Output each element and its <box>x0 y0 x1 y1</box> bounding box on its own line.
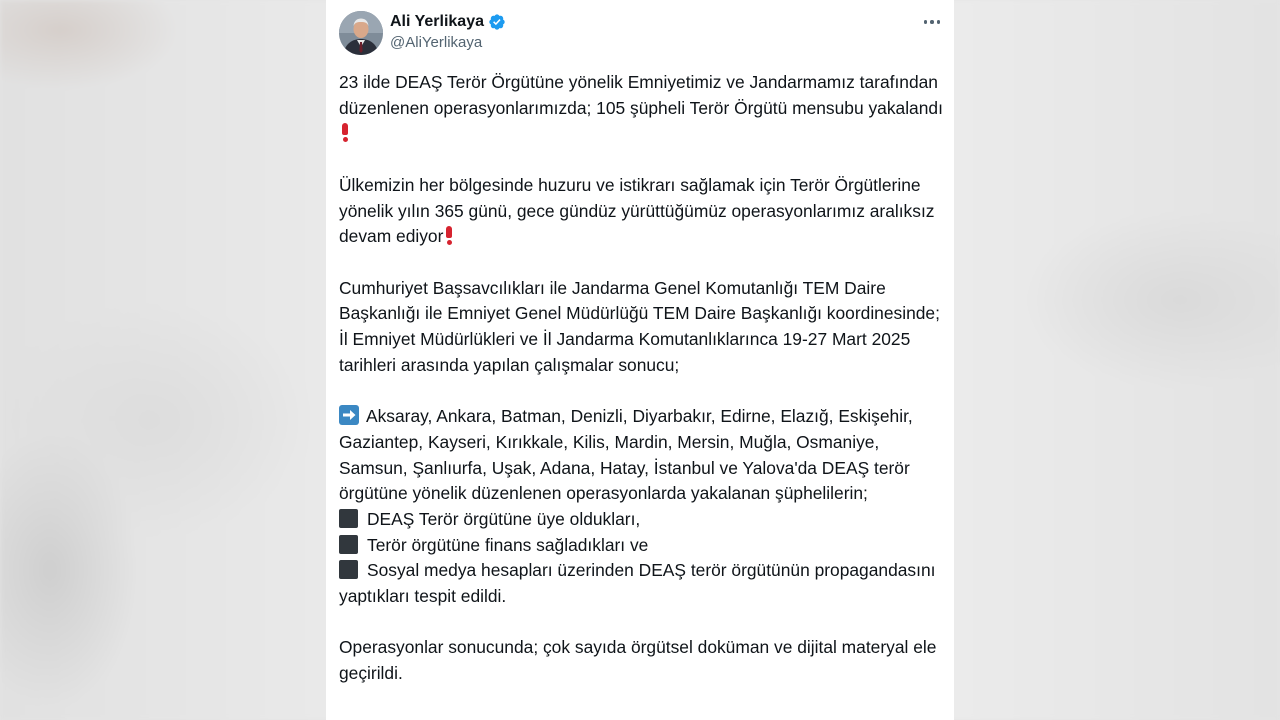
tweet-text-4: Aksaray, Ankara, Batman, Denizli, Diyarb… <box>339 406 913 504</box>
bullet-item: DEAŞ Terör örgütüne üye oldukları, <box>339 507 949 533</box>
tweet-text-1: 23 ilde DEAŞ Terör Örgütüne yönelik Emni… <box>339 72 943 118</box>
tweet-paragraph-3: Cumhuriyet Başsavcılıkları ile Jandarma … <box>339 277 940 375</box>
black-square-icon <box>339 560 358 580</box>
bullet-text: Terör örgütüne finans sağladıkları ve <box>367 534 649 555</box>
red-exclamation-icon <box>342 123 348 143</box>
bullet-text: Sosyal medya hesapları üzerinden DEAŞ te… <box>339 560 936 607</box>
right-arrow-icon <box>339 405 359 426</box>
author-name-row: Ali Yerlikaya <box>390 11 506 33</box>
author-display-name[interactable]: Ali Yerlikaya <box>390 13 484 31</box>
tweet-paragraph-1: 23 ilde DEAŞ Terör Örgütüne yönelik Emni… <box>339 70 949 147</box>
verified-badge-icon <box>488 13 506 31</box>
black-square-icon <box>339 534 358 554</box>
tweet-paragraph-4: Aksaray, Ankara, Batman, Denizli, Diyarb… <box>339 404 949 507</box>
more-options-icon[interactable] <box>920 12 944 32</box>
tweet-card: Ali Yerlikaya @AliYerlikaya 23 ilde DEAŞ… <box>326 0 954 720</box>
bullet-item: Terör örgütüne finans sağladıkları ve <box>339 533 949 559</box>
bullet-item: Sosyal medya hesapları üzerinden DEAŞ te… <box>339 558 949 609</box>
red-exclamation-icon <box>446 226 453 246</box>
bullet-text: DEAŞ Terör örgütüne üye oldukları, <box>367 508 641 529</box>
tweet-paragraph-5: Operasyonlar sonucunda; çok sayıda örgüt… <box>339 637 937 684</box>
tweet-body: 23 ilde DEAŞ Terör Örgütüne yönelik Emni… <box>339 70 949 687</box>
tweet-paragraph-2: Ülkemizin her bölgesinde huzuru ve istik… <box>339 173 949 250</box>
avatar[interactable] <box>339 11 383 55</box>
author-handle[interactable]: @AliYerlikaya <box>390 34 482 51</box>
black-square-icon <box>339 508 358 528</box>
tweet-text-2: Ülkemizin her bölgesinde huzuru ve istik… <box>339 174 935 247</box>
